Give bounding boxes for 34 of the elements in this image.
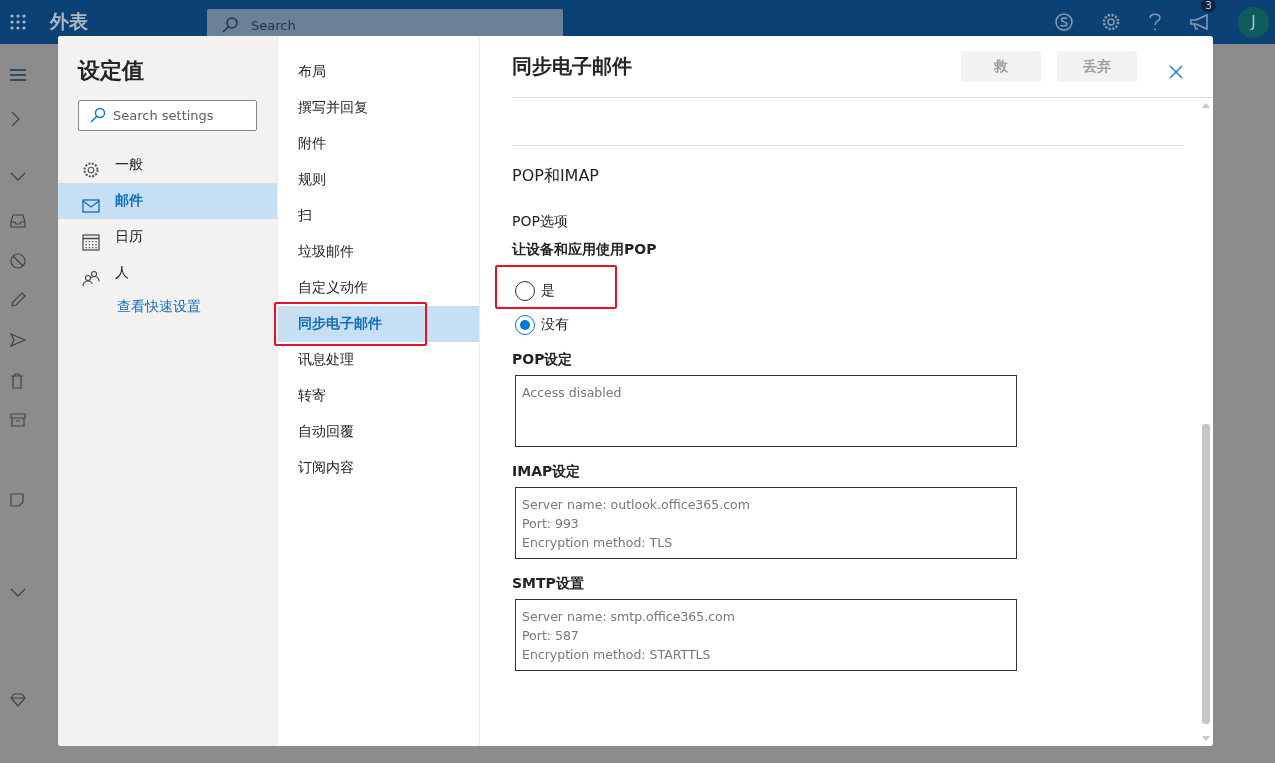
subnav-item[interactable]: 撰写并回复 bbox=[278, 90, 479, 126]
category-item[interactable]: 邮件 bbox=[58, 183, 277, 219]
category-item[interactable]: 人 bbox=[58, 255, 277, 291]
question-label: 让设备和应用使用POP bbox=[512, 241, 658, 259]
field-label: SMTP设置 bbox=[512, 575, 585, 593]
quick-settings-link[interactable]: 查看快速设置 bbox=[58, 298, 277, 316]
page-title: 同步电子邮件 bbox=[512, 53, 632, 80]
settings-text-area[interactable]: Server name: smtp.office365.com Port: 587 Encryption method: STARTTLS bbox=[515, 599, 1017, 671]
subnav-item[interactable]: 自动回覆 bbox=[278, 414, 479, 450]
category-item[interactable]: 日历 bbox=[58, 219, 277, 255]
subnav-item[interactable]: 讯息处理 bbox=[278, 342, 479, 378]
subnav-item[interactable]: 转寄 bbox=[278, 378, 479, 414]
field-label: IMAP设定 bbox=[512, 463, 582, 481]
section-title: POP和IMAP bbox=[512, 166, 600, 187]
field-label: POP设定 bbox=[512, 351, 574, 369]
subnav-item[interactable]: 同步电子邮件 bbox=[278, 306, 479, 342]
avatar[interactable]: J bbox=[1238, 6, 1269, 38]
subnav-item[interactable]: 扫 bbox=[278, 198, 479, 234]
subnav-item[interactable]: 垃圾邮件 bbox=[278, 234, 479, 270]
category-item[interactable]: 一般 bbox=[58, 147, 277, 183]
subnav-item[interactable]: 自定义动作 bbox=[278, 270, 479, 306]
search-field[interactable]: Search settings bbox=[78, 100, 257, 131]
subnav-item[interactable]: 附件 bbox=[278, 126, 479, 162]
subnav-item[interactable]: 规则 bbox=[278, 162, 479, 198]
radio-option[interactable]: 是 bbox=[512, 281, 1184, 301]
field-label: POP选项 bbox=[512, 213, 569, 231]
radio-option[interactable]: 没有 bbox=[512, 315, 1184, 335]
settings-text-area[interactable]: Access disabled bbox=[515, 375, 1017, 447]
subnav-item[interactable]: 布局 bbox=[278, 54, 479, 90]
dialog-title: 设定值 bbox=[78, 57, 145, 85]
notification-badge: 3 bbox=[1201, 0, 1216, 12]
subnav-item[interactable]: 订阅内容 bbox=[278, 450, 479, 486]
app-name: 外表 bbox=[50, 9, 89, 34]
settings-text-area[interactable]: Server name: outlook.office365.com Port: 993 Encryption method: TLS bbox=[515, 487, 1017, 559]
